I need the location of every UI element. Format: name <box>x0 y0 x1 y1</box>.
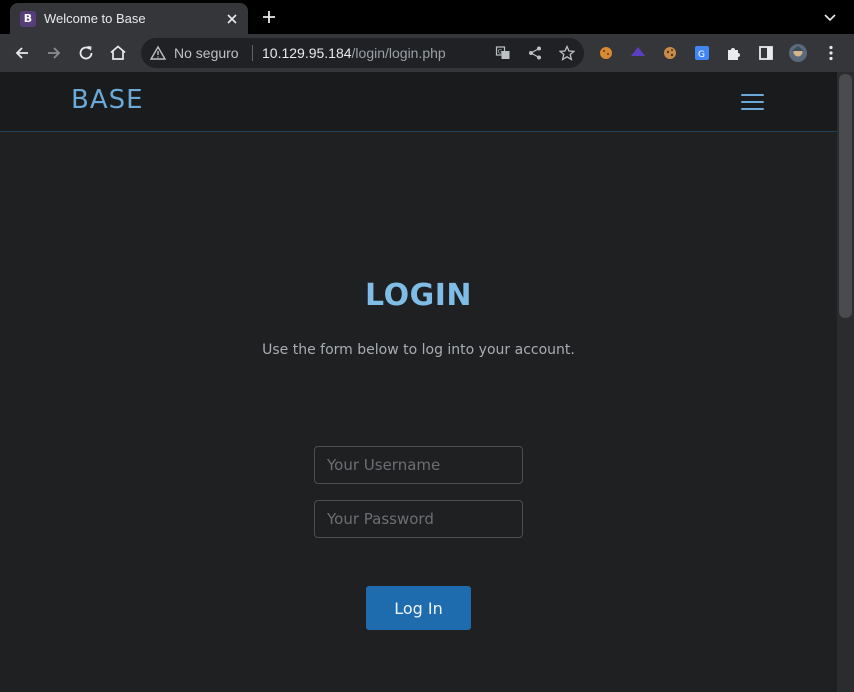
browser-tab[interactable]: B Welcome to Base <box>10 3 248 34</box>
kebab-menu-icon[interactable] <box>821 43 841 63</box>
security-label[interactable]: No seguro <box>174 45 239 61</box>
warning-icon[interactable] <box>150 45 166 61</box>
chevron-down-icon[interactable] <box>822 9 838 25</box>
google-translate-icon[interactable]: G <box>692 43 712 63</box>
scrollbar[interactable] <box>837 72 854 692</box>
forward-icon[interactable] <box>44 43 64 63</box>
cookie-editor-icon[interactable] <box>660 43 680 63</box>
omnibox-divider <box>252 45 253 61</box>
reload-icon[interactable] <box>76 43 96 63</box>
login-button[interactable]: Log In <box>366 586 471 630</box>
star-icon[interactable] <box>559 45 575 61</box>
site-favicon: B <box>20 11 36 27</box>
username-field[interactable] <box>314 446 523 484</box>
password-field[interactable] <box>314 500 523 538</box>
url-text[interactable]: 10.129.95.184/login/login.php <box>262 45 446 61</box>
browser-toolbar: No seguro 10.129.95.184/login/login.php … <box>0 34 854 100</box>
puzzle-icon[interactable] <box>724 43 744 63</box>
new-tab-icon[interactable] <box>260 8 278 26</box>
sidepanel-icon[interactable] <box>756 43 776 63</box>
close-icon[interactable] <box>224 11 240 27</box>
extension-hat-icon[interactable] <box>628 43 648 63</box>
avatar[interactable] <box>788 43 808 63</box>
url-path: /login/login.php <box>351 45 446 61</box>
tab-title: Welcome to Base <box>44 11 146 26</box>
page-title: LOGIN <box>365 278 472 313</box>
url-host: 10.129.95.184 <box>262 45 352 61</box>
page-subtitle: Use the form below to log into your acco… <box>262 342 575 358</box>
site-navbar: BASE <box>0 72 837 132</box>
address-bar[interactable]: No seguro 10.129.95.184/login/login.php … <box>141 38 584 68</box>
hamburger-menu-icon[interactable] <box>740 92 765 112</box>
cookie-icon[interactable] <box>596 43 616 63</box>
scrollbar-thumb[interactable] <box>839 74 852 318</box>
svg-text:G: G <box>698 50 705 60</box>
svg-text:G: G <box>498 49 503 56</box>
share-icon[interactable] <box>527 45 543 61</box>
brand-logo[interactable]: BASE <box>71 85 144 115</box>
translate-icon[interactable]: G <box>495 45 511 61</box>
page-viewport: BASE LOGIN Use the form below to log int… <box>0 72 837 692</box>
tab-strip: B Welcome to Base <box>0 0 854 34</box>
home-icon[interactable] <box>108 43 128 63</box>
back-icon[interactable] <box>12 43 32 63</box>
